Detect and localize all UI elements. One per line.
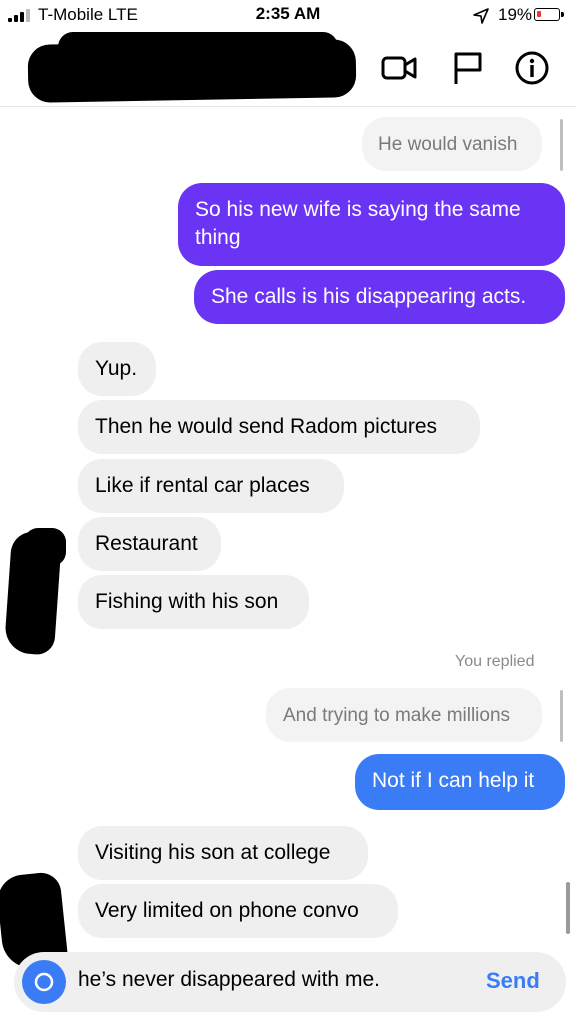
incoming-message[interactable]: Restaurant — [78, 517, 221, 571]
message-line: So his new wife is saying the same — [195, 198, 521, 221]
incoming-message[interactable]: Like if rental car places — [78, 459, 344, 513]
incoming-message[interactable]: Fishing with his son — [78, 575, 309, 629]
status-bar: T-Mobile LTE 2:35 AM 19% — [0, 0, 576, 32]
reply-indicator — [560, 690, 563, 742]
outgoing-message[interactable]: She calls is his disappearing acts. — [194, 270, 565, 324]
conversation-header — [0, 32, 576, 107]
replied-label: You replied — [455, 653, 535, 670]
location-arrow-icon — [473, 8, 489, 24]
outgoing-message[interactable]: Not if I can help it — [355, 754, 565, 810]
video-call-icon[interactable] — [380, 48, 420, 88]
replied-to-bubble[interactable]: He would vanish — [362, 117, 542, 171]
contact-name-redaction — [58, 32, 338, 62]
reply-indicator — [560, 119, 563, 171]
send-button[interactable]: Send — [486, 968, 540, 994]
camera-button[interactable] — [22, 960, 66, 1004]
info-icon[interactable] — [512, 48, 552, 88]
battery-percent: 19% — [498, 5, 533, 24]
battery-icon — [534, 8, 564, 21]
incoming-message[interactable]: Very limited on phone convo — [78, 884, 398, 938]
message-line: thing — [195, 226, 241, 249]
outgoing-message[interactable]: So his new wife is saying the same thing — [178, 183, 565, 266]
flag-icon[interactable] — [448, 48, 488, 88]
camera-icon — [34, 972, 54, 992]
message-input[interactable]: he’s never disappeared with me. — [78, 968, 380, 992]
replied-to-bubble[interactable]: And trying to make millions — [266, 688, 542, 742]
incoming-message[interactable]: Visiting his son at college — [78, 826, 368, 880]
scroll-indicator[interactable] — [566, 882, 570, 934]
incoming-message[interactable]: Then he would send Radom pictures — [78, 400, 480, 454]
avatar-redaction — [24, 528, 66, 566]
incoming-message[interactable]: Yup. — [78, 342, 156, 396]
